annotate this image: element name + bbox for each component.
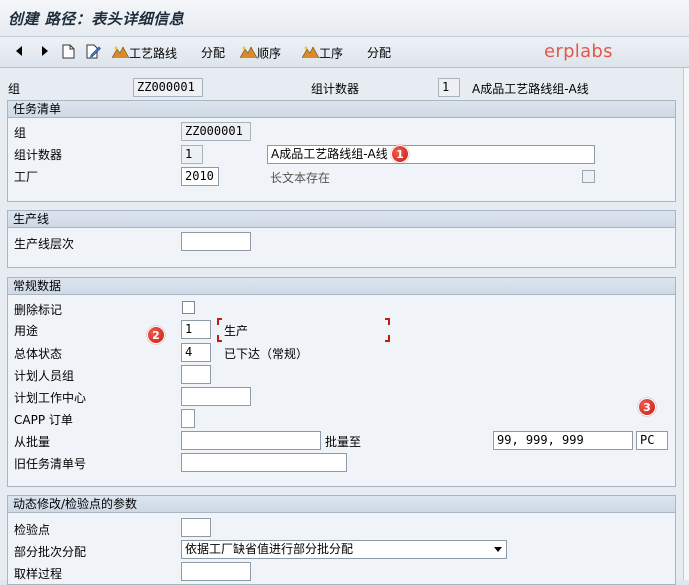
line-level-label: 生产线层次 (14, 237, 75, 251)
task-counter-label: 组计数器 (14, 148, 63, 162)
capp-order-input[interactable] (181, 409, 195, 428)
routing-button[interactable]: 工艺路线 (111, 45, 178, 63)
to-lot-label: 批量至 (325, 435, 362, 449)
application-toolbar: 工艺路线 分配 顺序 工序 分配 erplabs (0, 37, 689, 68)
forward-arrow-icon[interactable] (40, 44, 50, 60)
task-group-field: ZZ000001 (181, 122, 251, 141)
mountain-icon (111, 45, 130, 63)
task-counter-field: 1 (181, 145, 203, 164)
sequence-button[interactable]: 顺序 (239, 45, 282, 63)
new-document-icon[interactable] (62, 44, 75, 60)
status-input[interactable]: 4 (181, 343, 211, 362)
old-task-list-input[interactable] (181, 453, 347, 472)
operation-button[interactable]: 工序 (301, 45, 344, 63)
routing-label: 工艺路线 (129, 46, 178, 61)
usage-label: 用途 (14, 324, 39, 338)
operation-label: 工序 (319, 46, 344, 61)
allocate-button[interactable]: 分配 (201, 45, 225, 61)
deletion-flag-label: 删除标记 (14, 303, 63, 317)
usage-text: 生产 (224, 324, 249, 338)
planner-group-input[interactable] (181, 365, 211, 384)
inspection-point-input[interactable] (181, 518, 211, 537)
annotation-badge-2: 2 (147, 326, 165, 344)
long-text-label: 长文本存在 (270, 171, 331, 185)
general-data-header: 常规数据 (8, 278, 675, 295)
group-label: 组 (8, 82, 21, 96)
highlight-bracket (385, 335, 390, 342)
sampling-procedure-input[interactable] (181, 562, 251, 581)
highlight-bracket (217, 318, 222, 325)
task-description-input[interactable]: A成品工艺路线组-A线 (267, 145, 595, 164)
usage-input[interactable]: 1 (181, 320, 211, 339)
unit-input[interactable]: PC (636, 431, 668, 450)
to-lot-input[interactable]: 99, 999, 999 (493, 431, 633, 450)
group-field: ZZ000001 (133, 78, 203, 97)
plant-input[interactable]: 2010 (181, 167, 219, 186)
highlight-bracket (217, 335, 222, 342)
group-description: A成品工艺路线组-A线 (472, 82, 589, 96)
mountain-icon (239, 45, 258, 63)
mountain-icon (301, 45, 320, 63)
production-line-header: 生产线 (8, 211, 675, 228)
line-level-input[interactable] (181, 232, 251, 251)
production-line-section: 生产线 (7, 210, 676, 268)
status-text: 已下达（常规） (224, 347, 309, 361)
partial-lot-value: 依据工厂缺省值进行部分批分配 (185, 542, 354, 556)
task-list-header: 任务清单 (8, 101, 675, 118)
title-bar: 创建 路径：表头详细信息 (0, 0, 689, 37)
from-lot-label: 从批量 (14, 435, 51, 449)
deletion-flag-checkbox[interactable] (182, 301, 195, 314)
vertical-scrollbar[interactable] (683, 68, 689, 580)
status-label: 总体状态 (14, 347, 63, 361)
plant-label: 工厂 (14, 170, 39, 184)
dropdown-arrow-icon (494, 547, 502, 552)
capp-order-label: CAPP 订单 (14, 413, 73, 427)
partial-lot-label: 部分批次分配 (14, 545, 87, 559)
long-text-checkbox (582, 170, 595, 183)
highlight-bracket (385, 318, 390, 325)
annotation-badge-1: 1 (391, 145, 409, 163)
task-group-label: 组 (14, 126, 27, 140)
partial-lot-dropdown[interactable]: 依据工厂缺省值进行部分批分配 (181, 540, 507, 559)
inspection-point-label: 检验点 (14, 523, 51, 537)
group-counter-field: 1 (438, 78, 460, 97)
planner-group-label: 计划人员组 (14, 369, 75, 383)
from-lot-input[interactable] (181, 431, 321, 450)
work-center-input[interactable] (181, 387, 251, 406)
back-arrow-icon[interactable] (14, 44, 24, 60)
old-task-list-label: 旧任务清单号 (14, 457, 87, 471)
dynamic-modification-header: 动态修改/检验点的参数 (8, 496, 675, 513)
group-counter-label: 组计数器 (311, 82, 360, 96)
sequence-label: 顺序 (257, 46, 282, 61)
work-center-label: 计划工作中心 (14, 391, 87, 405)
page-title: 创建 路径：表头详细信息 (8, 10, 185, 28)
edit-document-icon[interactable] (86, 44, 101, 60)
brand-watermark: erplabs (544, 41, 613, 62)
allocate-button-2[interactable]: 分配 (367, 45, 391, 61)
annotation-badge-3: 3 (638, 398, 656, 416)
